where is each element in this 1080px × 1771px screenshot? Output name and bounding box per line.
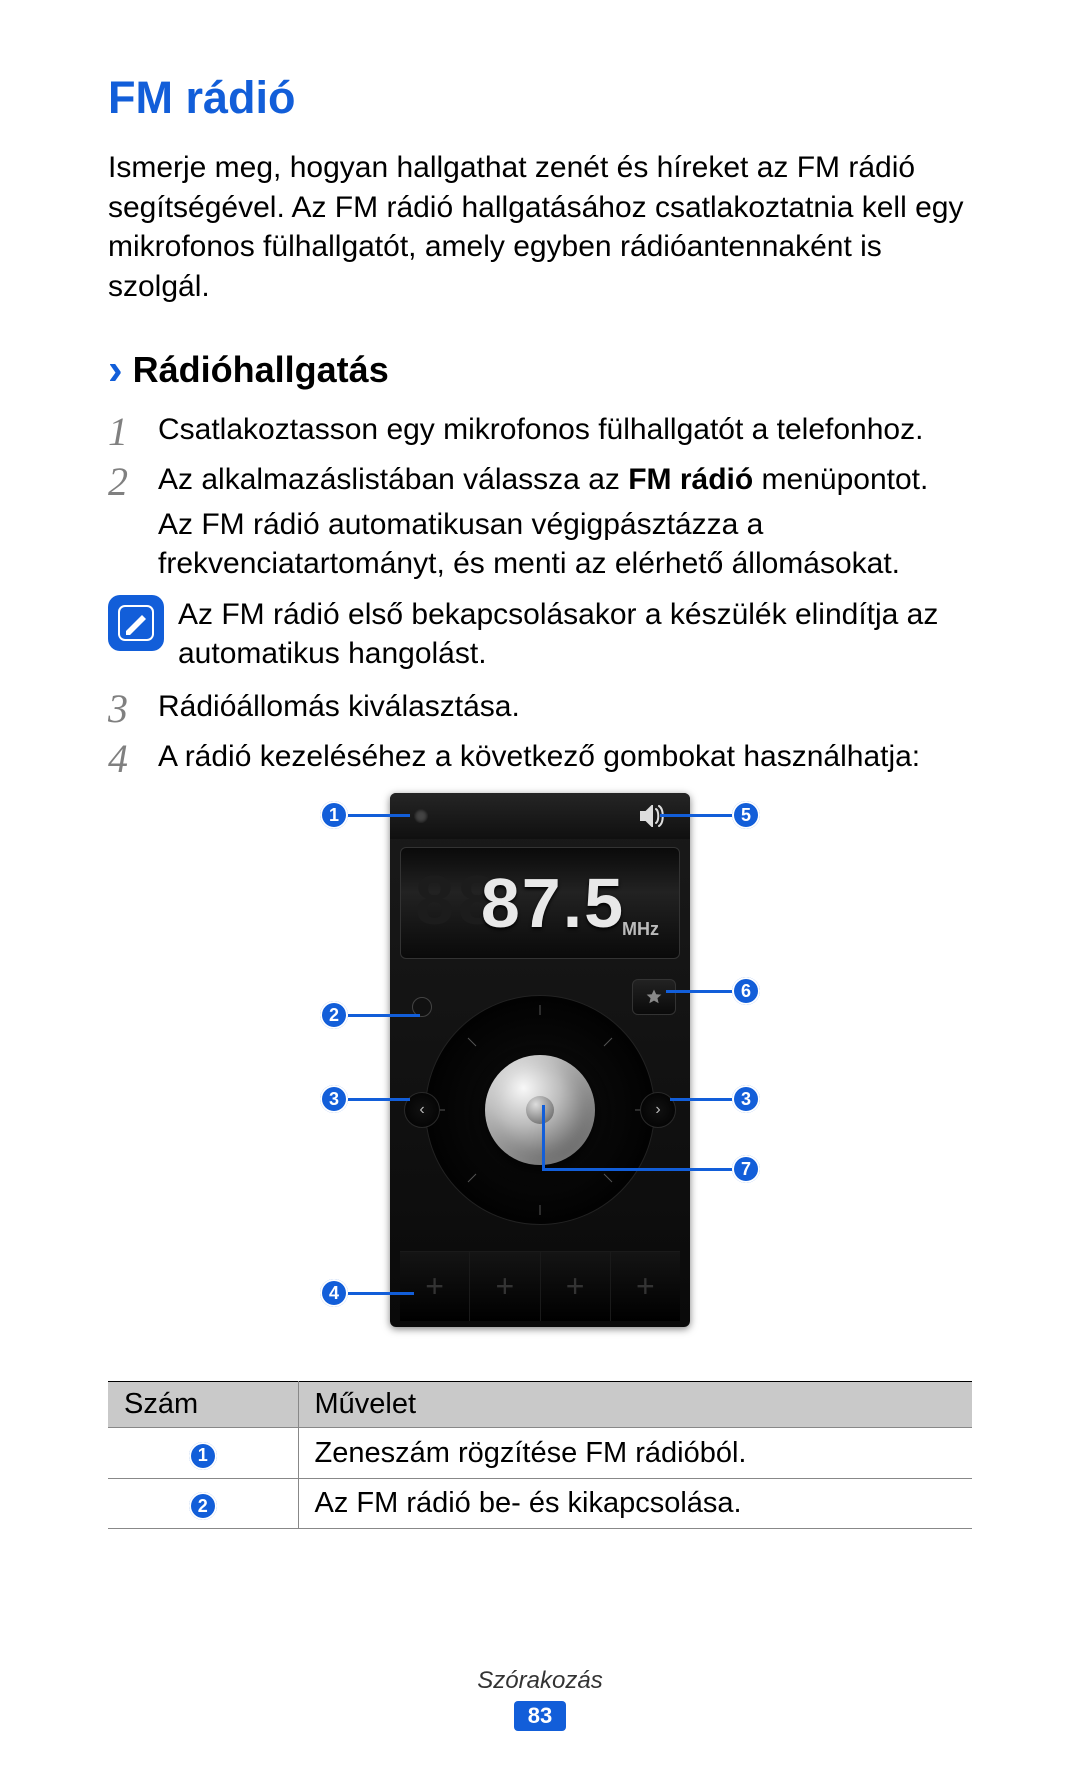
preset-3[interactable]: + [541,1252,611,1321]
operations-table: Szám Művelet 1 Zeneszám rögzítése FM rád… [108,1381,972,1529]
note-text: Az FM rádió első bekapcsolásakor a készü… [178,595,972,673]
row-action-2: Az FM rádió be- és kikapcsolása. [298,1478,972,1529]
step-2a-pre: Az alkalmazáslistában válassza az [158,463,628,496]
preset-1[interactable]: + [400,1252,470,1321]
callout-lead [542,1105,545,1171]
callout-2: 2 [320,1001,348,1029]
step-number: 4 [108,737,158,779]
step-4: 4 A rádió kezeléséhez a következő gombok… [108,737,972,779]
frequency-value: 87.5 [455,863,625,943]
callout-lead [348,1098,410,1101]
callout-lead [348,814,410,817]
radio-ui: 88 87.5 MHz [390,793,690,1327]
plus-icon: + [636,1268,655,1305]
seek-prev-button[interactable]: ‹ [404,1092,440,1128]
plus-icon: + [566,1268,585,1305]
step-text: Rádióállomás kiválasztása. [158,687,972,729]
callout-lead [348,1014,420,1017]
callout-lead [348,1292,414,1295]
row-badge-1: 1 [189,1442,217,1470]
page-number: 83 [514,1701,566,1731]
radio-panel: ‹ › [390,969,690,1229]
step-number: 2 [108,460,158,583]
step-text: Az alkalmazáslistában válassza az FM rád… [158,460,972,583]
seek-next-button[interactable]: › [640,1092,676,1128]
record-button[interactable] [414,809,428,823]
callout-7: 7 [732,1155,760,1183]
preset-4[interactable]: + [611,1252,680,1321]
preset-row: + + + + [400,1251,680,1321]
tuning-dial[interactable] [485,1055,595,1165]
table-row: 2 Az FM rádió be- és kikapcsolása. [108,1478,972,1529]
step-3: 3 Rádióállomás kiválasztása. [108,687,972,729]
callout-5: 5 [732,801,760,829]
radio-illustration: 1 5 2 6 3 3 7 4 [260,793,820,1353]
step-text: Csatlakoztasson egy mikrofonos fülhallga… [158,410,972,452]
lcd-display: 88 87.5 MHz [400,847,680,959]
steps-list: 1 Csatlakoztasson egy mikrofonos fülhall… [108,410,972,779]
col-action-header: Művelet [298,1382,972,1428]
radio-top-bar [390,793,690,839]
note-row: Az FM rádió első bekapcsolásakor a készü… [108,595,972,673]
note-pencil-icon [108,595,164,651]
callout-6: 6 [732,977,760,1005]
section-label: Szórakozás [0,1667,1080,1695]
callout-4: 4 [320,1279,348,1307]
step-2a-bold: FM rádió [628,463,753,496]
table-row: 1 Zeneszám rögzítése FM rádióból. [108,1428,972,1479]
mhz-label: MHz [622,919,659,940]
callout-lead [542,1168,732,1171]
step-number: 1 [108,410,158,452]
page-title: FM rádió [108,72,972,124]
row-badge-2: 2 [189,1492,217,1520]
step-2a-post: menüpontot. [753,463,928,496]
favorite-button[interactable] [632,979,676,1015]
callout-3-left: 3 [320,1085,348,1113]
preset-2[interactable]: + [470,1252,540,1321]
plus-icon: + [496,1268,515,1305]
step-text: A rádió kezeléséhez a következő gombokat… [158,737,972,779]
intro-text: Ismerje meg, hogyan hallgathat zenét és … [108,148,972,306]
subheading-row: › Rádióhallgatás [108,348,972,392]
row-action-1: Zeneszám rögzítése FM rádióból. [298,1428,972,1479]
chevron-icon: › [108,348,123,392]
subheading: Rádióhallgatás [133,349,389,391]
callout-lead [666,990,732,993]
callout-3-right: 3 [732,1085,760,1113]
step-1: 1 Csatlakoztasson egy mikrofonos fülhall… [108,410,972,452]
step-2: 2 Az alkalmazáslistában válassza az FM r… [108,460,972,583]
callout-1: 1 [320,801,348,829]
step-number: 3 [108,687,158,729]
callout-lead [670,1098,732,1101]
plus-icon: + [425,1268,444,1305]
page-footer: Szórakozás 83 [0,1667,1080,1731]
col-number-header: Szám [108,1382,298,1428]
callout-lead [660,814,732,817]
step-2b: Az FM rádió automatikusan végigpásztázza… [158,505,972,583]
